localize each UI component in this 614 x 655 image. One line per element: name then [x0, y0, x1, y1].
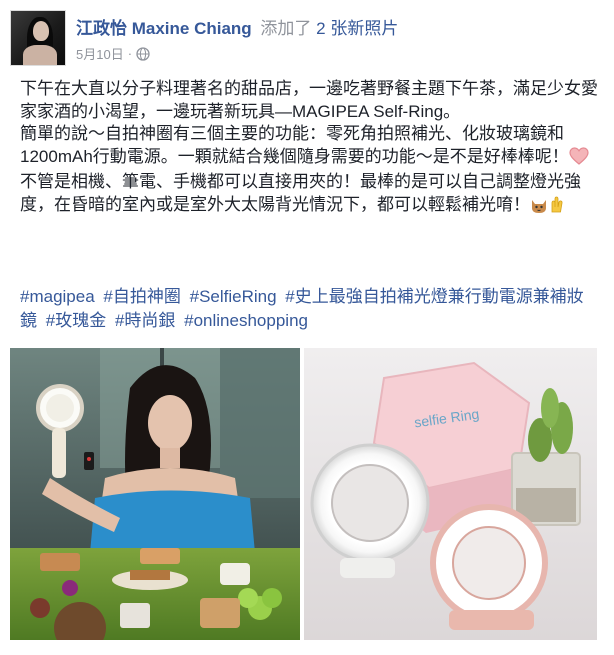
post-paragraph-2: 簡單的說～自拍神圈有三個主要的功能：零死角拍照補光、化妝玻璃鏡和1200mAh行… [20, 123, 600, 171]
globe-icon[interactable] [136, 46, 150, 61]
hashtag-link[interactable]: #onlineshopping [184, 311, 308, 330]
post-date-link[interactable]: 5月10日 [76, 44, 124, 63]
hashtag-link[interactable]: #自拍神圈 [103, 287, 180, 306]
meta-separator: · [127, 46, 133, 61]
hashtag-link[interactable]: #玫瑰金 [46, 311, 106, 330]
post-paragraph-3: 不管是相機、筆電、手機都可以直接用夾的！最棒的是可以自己調整燈光強度，在昏暗的室… [20, 171, 600, 220]
avatar[interactable] [10, 10, 66, 66]
photo-woman-selfie[interactable] [10, 348, 300, 640]
author-name-link[interactable]: 江政怡 Maxine Chiang [76, 19, 252, 38]
hashtag-link[interactable]: #時尚銀 [115, 311, 175, 330]
new-photos-link[interactable]: 张新照片 [330, 19, 398, 38]
heart-emoji-icon [569, 146, 589, 172]
hashtag-list: #magipea #自拍神圈 #SelfieRing #史上最強自拍補光燈兼行動… [20, 285, 600, 333]
post-paragraph-1: 下午在大直以分子料理著名的甜品店，一邊吃著野餐主題下午茶，滿足少女愛家家酒的小渴… [20, 79, 598, 121]
post-meta: 5月10日 · [76, 44, 150, 63]
post-action-text: 添加了 2 张新照片 [260, 19, 399, 38]
cat-emoji-icon [530, 196, 548, 221]
post-body: 下午在大直以分子料理著名的甜品店，一邊吃著野餐主題下午茶，滿足少女愛家家酒的小渴… [20, 78, 600, 220]
post-title-line: 江政怡 Maxine Chiang 添加了 2 张新照片 [76, 14, 398, 39]
post-header: 江政怡 Maxine Chiang 添加了 2 张新照片 5月10日 · [10, 8, 600, 66]
hashtag-link[interactable]: #magipea [20, 287, 95, 306]
photo-count-link[interactable]: 2 [316, 19, 325, 38]
sparkle-hands-emoji-icon [548, 196, 566, 221]
photo-selfie-ring-product[interactable]: selfie Ring [304, 348, 597, 640]
hashtag-link[interactable]: #SelfieRing [190, 287, 277, 306]
